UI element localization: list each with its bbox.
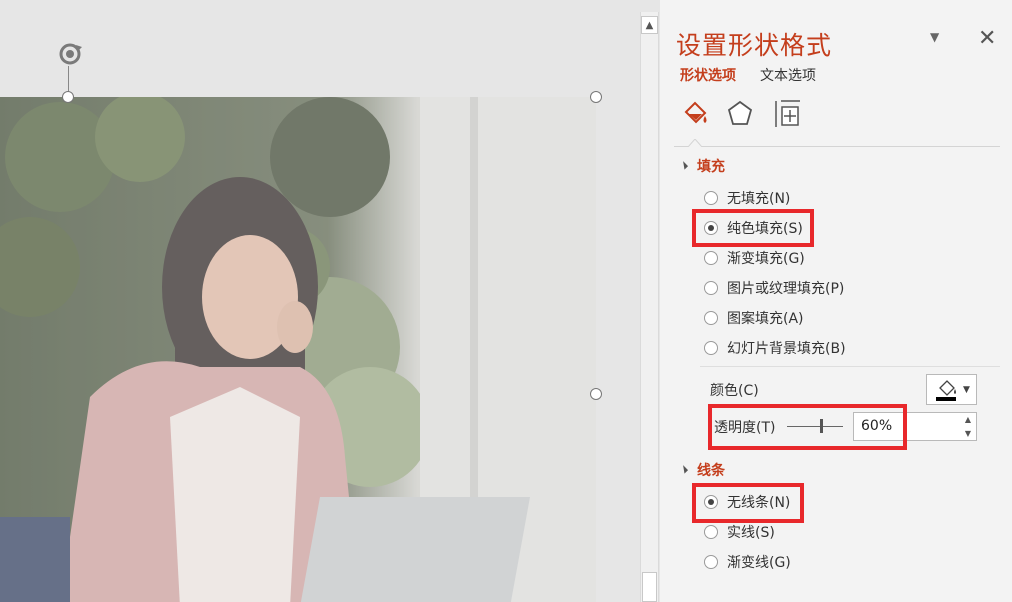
resize-handle-top-right[interactable] [590,91,602,103]
color-swatch [936,397,956,401]
color-picker-button[interactable]: ▼ [926,374,977,405]
size-properties-icon[interactable] [772,98,804,130]
line-section-title: 线条 [697,463,725,479]
radio-label: 图片或纹理填充(P) [727,281,845,297]
radio-label: 渐变填充(G) [727,251,805,267]
fill-divider [700,366,1000,367]
category-divider [674,146,1000,147]
radio-picture-texture-fill[interactable]: 图片或纹理填充(P) [704,277,844,299]
radio-label: 无填充(N) [727,191,791,207]
fill-section-header[interactable]: 填充 [679,156,725,176]
radio-slide-background-fill[interactable]: 幻灯片背景填充(B) [704,337,846,359]
color-label: 颜色(C) [710,383,759,399]
spin-down-icon[interactable]: ▼ [965,429,971,438]
vertical-scrollbar[interactable]: ▲ [640,12,659,602]
caret-down-icon: ▼ [963,385,970,395]
pane-title: 设置形状格式 [676,31,833,60]
radio-solid-line[interactable]: 实线(S) [704,521,775,543]
highlight-box-no-line [692,483,804,523]
caret-down-icon[interactable]: ▼ [930,30,939,44]
radio-pattern-fill[interactable]: 图案填充(A) [704,307,804,329]
selected-photo-shape[interactable] [0,97,596,602]
tab-text-options[interactable]: 文本选项 [760,65,816,85]
radio-button-icon[interactable] [704,251,718,265]
radio-button-icon[interactable] [704,525,718,539]
radio-label: 渐变线(G) [727,555,791,571]
spin-up-icon[interactable]: ▲ [965,415,971,424]
radio-label: 实线(S) [727,525,775,541]
fill-section-title: 填充 [697,159,725,175]
paint-bucket-icon [939,380,956,396]
effects-pentagon-icon[interactable] [724,98,756,130]
resize-handle-middle-right[interactable] [590,388,602,400]
line-section-header[interactable]: 线条 [679,460,725,480]
radio-gradient-line[interactable]: 渐变线(G) [704,551,791,573]
collapse-triangle-icon [679,160,689,170]
highlight-box-transparency [708,404,907,450]
radio-label: 图案填充(A) [727,311,804,327]
resize-handle-top-left[interactable] [62,91,74,103]
close-icon[interactable]: ✕ [978,26,996,52]
format-shape-pane: 设置形状格式 ▼ ✕ 形状选项 文本选项 填充 无填充(N) 纯色填充(S) 渐… [660,0,1012,602]
radio-button-icon[interactable] [704,341,718,355]
radio-button-icon[interactable] [704,191,718,205]
radio-button-icon[interactable] [704,311,718,325]
scroll-up-arrow-icon[interactable]: ▲ [641,16,658,34]
tab-shape-options[interactable]: 形状选项 [680,65,736,85]
radio-gradient-fill[interactable]: 渐变填充(G) [704,247,805,269]
category-pointer [688,139,702,147]
fill-line-icon[interactable] [680,98,712,130]
radio-no-fill[interactable]: 无填充(N) [704,187,790,209]
rotate-handle-icon[interactable] [55,39,85,69]
transparency-spinner[interactable]: ▲ ▼ [960,413,976,440]
scroll-thumb[interactable] [642,572,657,602]
collapse-triangle-icon [679,464,689,474]
radio-label: 幻灯片背景填充(B) [727,341,846,357]
highlight-box-solid-fill [692,209,814,247]
radio-button-icon[interactable] [704,281,718,295]
radio-button-icon[interactable] [704,555,718,569]
slide-canvas[interactable] [0,0,640,602]
